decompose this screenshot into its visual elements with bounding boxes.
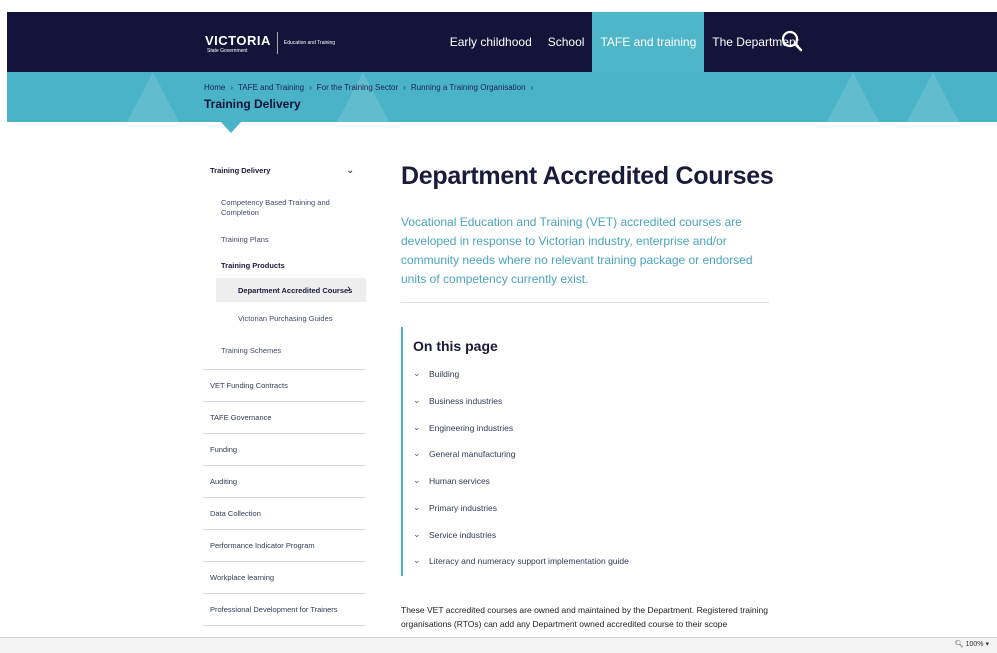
on-this-page-link-label: General manufacturing [429,448,516,459]
chevron-down-icon[interactable]: ⌄ [346,165,354,176]
lead-paragraph: Vocational Education and Training (VET) … [401,215,753,286]
browser-status-bar: 🔍︎ 100% ▾ [0,637,997,653]
body-paragraph: These VET accredited courses are owned a… [401,605,768,629]
chevron-down-icon: ⌄ [413,529,421,539]
on-this-page-link-label: Human services [429,475,490,486]
breadcrumb-separator-icon: › [403,83,406,92]
sidebar-heading[interactable]: Training Delivery [210,166,270,175]
nav-tafe-and-training[interactable]: TAFE and training [592,12,705,72]
logo-divider [276,32,278,54]
zoom-control[interactable]: 🔍︎ 100% ▾ [955,640,989,648]
logo-department: Education and Training [283,40,336,46]
on-this-page-link-label: Engineering industries [429,422,514,433]
on-this-page-link[interactable]: ⌄ Service industries [413,529,496,540]
sidebar-item-accredited-courses[interactable]: Department Accredited Courses › [216,278,366,302]
breadcrumb-separator-icon: › [309,83,312,92]
sidebar-item-purchasing-guides[interactable]: Victorian Purchasing Guides [238,314,333,324]
on-this-page-link[interactable]: ⌄ Building [413,368,459,379]
main-nav: Early childhood School TAFE and training… [442,12,807,72]
chevron-down-icon: ⌄ [413,502,421,512]
sidebar-item-workplace-learning[interactable]: Workplace learning [203,561,366,594]
breadcrumb-home[interactable]: Home [204,83,225,92]
on-this-page-link[interactable]: ⌄ Primary industries [413,502,497,513]
on-this-page-link-label: Business industries [429,395,503,406]
nav-school[interactable]: School [540,12,593,72]
on-this-page-bar [401,327,403,576]
on-this-page-link[interactable]: ⌄ Human services [413,475,490,486]
chevron-down-icon: ⌄ [413,448,421,458]
sidebar-item-training-plans[interactable]: Training Plans [221,235,269,245]
sidebar-item-funding[interactable]: Funding [203,433,366,466]
banner-decoration [907,72,959,122]
sidebar-item-label: VET Funding Contracts [210,381,288,390]
sidebar-item-label: Funding [210,445,238,454]
on-this-page-link-label: Literacy and numeracy support implementa… [429,555,629,566]
on-this-page-link[interactable]: ⌄ General manufacturing [413,448,515,459]
sidebar-item-label: TAFE Governance [210,413,272,422]
divider [401,302,769,303]
nav-early-childhood[interactable]: Early childhood [442,12,540,72]
breadcrumb-separator-icon: › [230,83,234,92]
on-this-page-link-label: Primary industries [429,502,498,513]
chevron-down-icon: ⌄ [413,475,421,485]
on-this-page-link[interactable]: ⌄ Literacy and numeracy support implement… [413,555,629,566]
on-this-page-link-label: Building [429,368,460,379]
zoom-level: 100% [965,641,984,648]
sidebar-item-training-products[interactable]: Training Products [221,261,285,271]
breadcrumb-tafe[interactable]: TAFE and Training [238,83,304,92]
sidebar-item-performance-indicator[interactable]: Performance Indicator Program [203,529,366,562]
sidebar-item-data-collection[interactable]: Data Collection [203,497,366,530]
chevron-down-icon: ⌄ [413,368,421,378]
page-banner: Home › TAFE and Training › For the Train… [7,72,997,122]
breadcrumb-running-org[interactable]: Running a Training Organisation [411,83,526,92]
victoria-logo[interactable]: VICTORIA State Government Education and … [205,30,335,56]
section-title: Training Delivery [204,97,301,111]
banner-decoration [127,72,179,122]
sidebar-item-label: Professional Development for Trainers [210,605,338,614]
banner-pointer [221,122,241,133]
site-header: VICTORIA State Government Education and … [7,12,997,72]
on-this-page-link[interactable]: ⌄ Business industries [413,395,502,406]
sidebar-item-label: Department Accredited Courses [238,286,353,295]
logo-subtitle: State Government [207,47,248,54]
chevron-right-icon: › [347,283,351,295]
sidebar-item-auditing[interactable]: Auditing [203,465,366,498]
sidebar-item-tafe-governance[interactable]: TAFE Governance [203,401,366,434]
chevron-down-icon: ⌄ [413,555,421,565]
page-title: Department Accredited Courses [401,162,774,190]
search-icon [781,30,803,52]
on-this-page-title: On this page [413,338,498,354]
on-this-page-link[interactable]: ⌄ Engineering industries [413,422,513,433]
sidebar-item-label: Performance Indicator Program [210,541,315,550]
sidebar-item-vet-funding[interactable]: VET Funding Contracts [203,369,366,402]
breadcrumb-training-sector[interactable]: For the Training Sector [317,83,398,92]
chevron-down-icon: ⌄ [413,422,421,432]
sidebar-item-label: Auditing [210,477,238,486]
on-this-page-link-label: Service industries [429,529,497,540]
logo-wordmark: VICTORIA [205,32,271,48]
breadcrumb: Home › TAFE and Training › For the Train… [204,83,538,92]
banner-decoration [827,72,879,122]
sidebar-item-competency[interactable]: Competency Based Training and Completion [221,198,351,218]
search-button[interactable] [779,28,805,54]
sidebar-item-label: Workplace learning [210,573,275,582]
sidebar-divider [203,337,366,370]
banner-decoration [337,72,389,122]
sidebar-item-professional-development[interactable]: Professional Development for Trainers [203,593,366,626]
breadcrumb-separator-icon: › [530,83,534,92]
chevron-down-icon: ⌄ [413,395,421,405]
top-strip [0,0,997,12]
sidebar-item-label: Data Collection [210,509,261,518]
